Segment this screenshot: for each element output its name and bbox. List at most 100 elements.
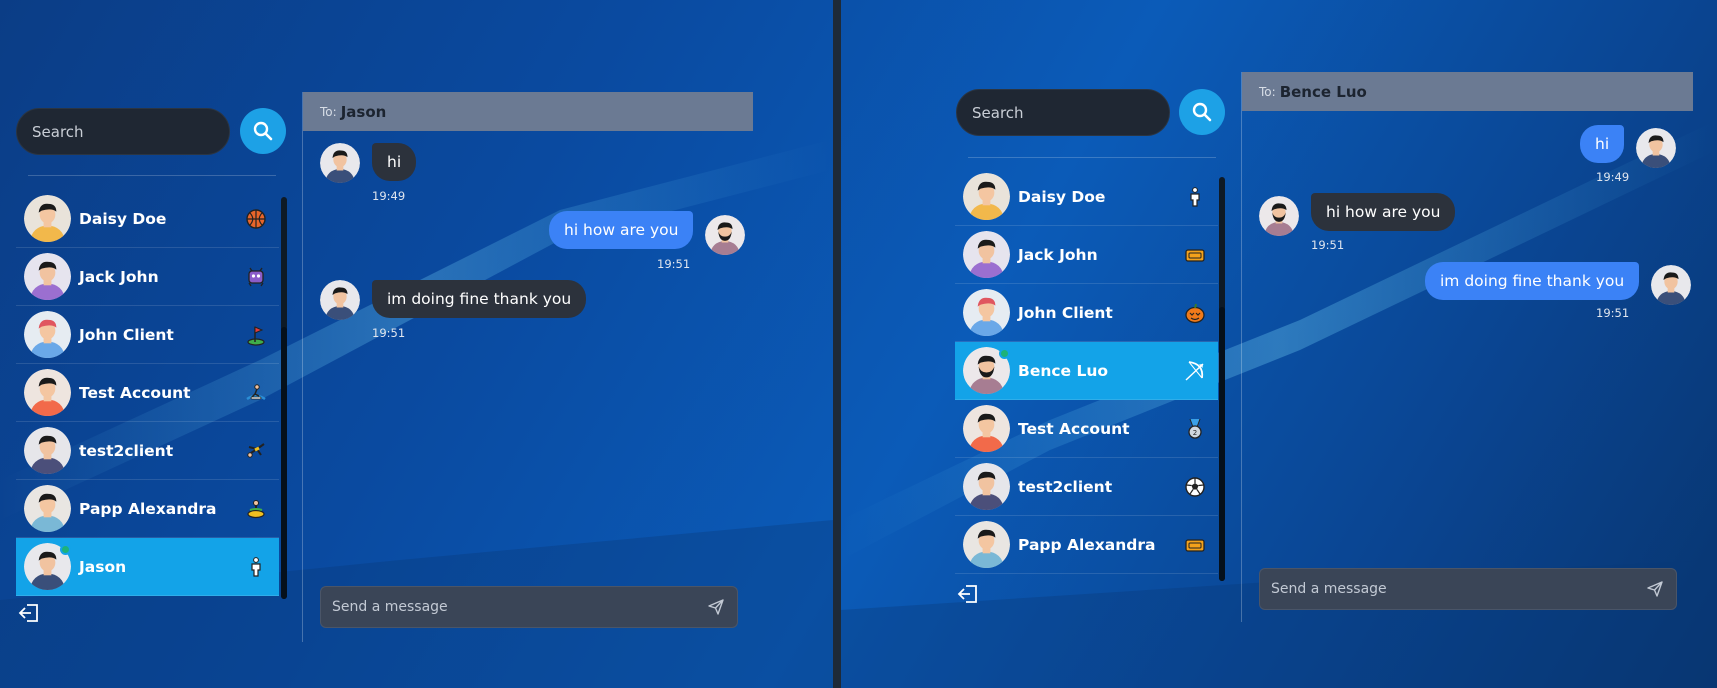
contact-item[interactable]: Jason bbox=[16, 538, 279, 596]
contact-item[interactable]: Daisy Doe bbox=[16, 190, 279, 248]
pumpkin-icon bbox=[1184, 302, 1206, 324]
avatar bbox=[24, 485, 71, 532]
surfer-icon bbox=[245, 382, 267, 404]
recipient-name: Jason bbox=[340, 102, 387, 121]
online-status-dot bbox=[60, 544, 71, 555]
search-separator bbox=[968, 157, 1216, 158]
to-label: To: bbox=[320, 104, 337, 119]
contact-name: Jack John bbox=[1018, 245, 1098, 264]
chat-border bbox=[1241, 72, 1242, 622]
contact-name: Test Account bbox=[1018, 419, 1130, 438]
person-standing-icon bbox=[1184, 186, 1206, 208]
avatar bbox=[1636, 128, 1677, 168]
contact-name: John Client bbox=[1018, 303, 1113, 322]
send-icon[interactable] bbox=[707, 598, 725, 616]
contact-name: Jason bbox=[79, 557, 127, 576]
message-input[interactable]: Send a message bbox=[1259, 568, 1677, 610]
contact-item[interactable]: test2client bbox=[16, 422, 279, 480]
contact-item[interactable]: Test Account bbox=[16, 364, 279, 422]
contact-name: Jack John bbox=[79, 267, 159, 286]
avatar bbox=[24, 195, 71, 242]
search-separator bbox=[28, 175, 276, 176]
search-icon bbox=[1192, 102, 1212, 122]
contact-item[interactable]: Papp Alexandra bbox=[16, 480, 279, 538]
soccer-ball-icon bbox=[1184, 476, 1206, 498]
search-button[interactable] bbox=[1179, 89, 1225, 135]
basketball-icon bbox=[245, 208, 267, 230]
contact-item[interactable]: John Client bbox=[955, 284, 1218, 342]
message-time: 19:51 bbox=[372, 326, 406, 340]
avatar bbox=[320, 143, 360, 183]
contact-item[interactable]: test2client bbox=[955, 458, 1218, 516]
chat-header: To: Bence Luo bbox=[1242, 72, 1693, 111]
message-incoming: im doing fine thank you bbox=[320, 280, 587, 320]
message-input[interactable]: Send a message bbox=[320, 586, 738, 628]
contact-item[interactable]: Daisy Doe bbox=[955, 168, 1218, 226]
message-bubble: hi how are you bbox=[1311, 193, 1456, 231]
medal-icon: 2 bbox=[1184, 418, 1206, 440]
avatar bbox=[963, 231, 1010, 278]
contact-item[interactable]: Jack John bbox=[955, 226, 1218, 284]
message-incoming: hi how are you bbox=[1259, 193, 1456, 236]
avatar bbox=[1651, 265, 1692, 305]
gymnast-icon bbox=[245, 440, 267, 462]
contact-list[interactable]: Daisy Doe Jack John John Client Bence Lu… bbox=[955, 168, 1218, 574]
person-standing-icon bbox=[245, 556, 267, 578]
message-bubble: hi bbox=[372, 143, 417, 181]
send-icon[interactable] bbox=[1646, 580, 1664, 598]
scrollbar-track[interactable] bbox=[1219, 177, 1225, 581]
alien-monster-icon bbox=[245, 266, 267, 288]
chat-border bbox=[302, 92, 303, 642]
avatar bbox=[24, 253, 71, 300]
message-placeholder: Send a message bbox=[332, 599, 448, 615]
ticket-icon bbox=[1184, 534, 1206, 556]
meditation-icon bbox=[245, 498, 267, 520]
bow-arrow-icon bbox=[1184, 360, 1206, 382]
avatar bbox=[24, 311, 71, 358]
contact-name: Test Account bbox=[79, 383, 191, 402]
contact-name: Papp Alexandra bbox=[1018, 535, 1156, 554]
contact-name: Daisy Doe bbox=[1018, 187, 1106, 206]
scrollbar-thumb[interactable] bbox=[281, 327, 287, 599]
ticket-icon bbox=[1184, 244, 1206, 266]
contact-name: John Client bbox=[79, 325, 174, 344]
contact-name: Bence Luo bbox=[1018, 361, 1109, 380]
avatar bbox=[705, 215, 746, 255]
avatar bbox=[24, 369, 71, 416]
message-time: 19:49 bbox=[1596, 170, 1630, 184]
to-label: To: bbox=[1259, 84, 1276, 99]
search-placeholder: Search bbox=[32, 122, 84, 141]
golf-flag-icon bbox=[245, 324, 267, 346]
contact-item[interactable]: John Client bbox=[16, 306, 279, 364]
search-button[interactable] bbox=[240, 108, 286, 154]
message-outgoing: hi bbox=[1580, 125, 1677, 168]
contact-item[interactable]: Test Account 2 bbox=[955, 400, 1218, 458]
avatar bbox=[963, 463, 1010, 510]
avatar bbox=[963, 521, 1010, 568]
message-incoming: hi bbox=[320, 143, 417, 183]
search-input[interactable]: Search bbox=[956, 89, 1170, 136]
chat-header: To: Jason bbox=[303, 92, 753, 131]
avatar bbox=[1259, 196, 1299, 236]
contact-item[interactable]: Jack John bbox=[16, 248, 279, 306]
contact-item[interactable]: Papp Alexandra bbox=[955, 516, 1218, 574]
message-time: 19:51 bbox=[1311, 238, 1345, 252]
message-bubble: im doing fine thank you bbox=[1425, 262, 1640, 300]
scrollbar-thumb[interactable] bbox=[1219, 307, 1225, 581]
logout-icon[interactable] bbox=[18, 602, 40, 624]
logout-icon[interactable] bbox=[957, 583, 979, 605]
search-placeholder: Search bbox=[972, 103, 1024, 122]
message-time: 19:49 bbox=[372, 189, 406, 203]
contact-list[interactable]: Daisy Doe Jack John John Client Test Acc… bbox=[16, 190, 279, 596]
online-status-dot bbox=[999, 348, 1010, 359]
search-input[interactable]: Search bbox=[16, 108, 230, 155]
avatar bbox=[24, 427, 71, 474]
message-time: 19:51 bbox=[657, 257, 691, 271]
avatar bbox=[963, 405, 1010, 452]
recipient-name: Bence Luo bbox=[1279, 82, 1367, 101]
contact-item[interactable]: Bence Luo bbox=[955, 342, 1218, 400]
message-outgoing: hi how are you bbox=[549, 211, 746, 255]
message-placeholder: Send a message bbox=[1271, 581, 1387, 597]
scrollbar-track[interactable] bbox=[281, 197, 287, 599]
contact-name: Daisy Doe bbox=[79, 209, 167, 228]
